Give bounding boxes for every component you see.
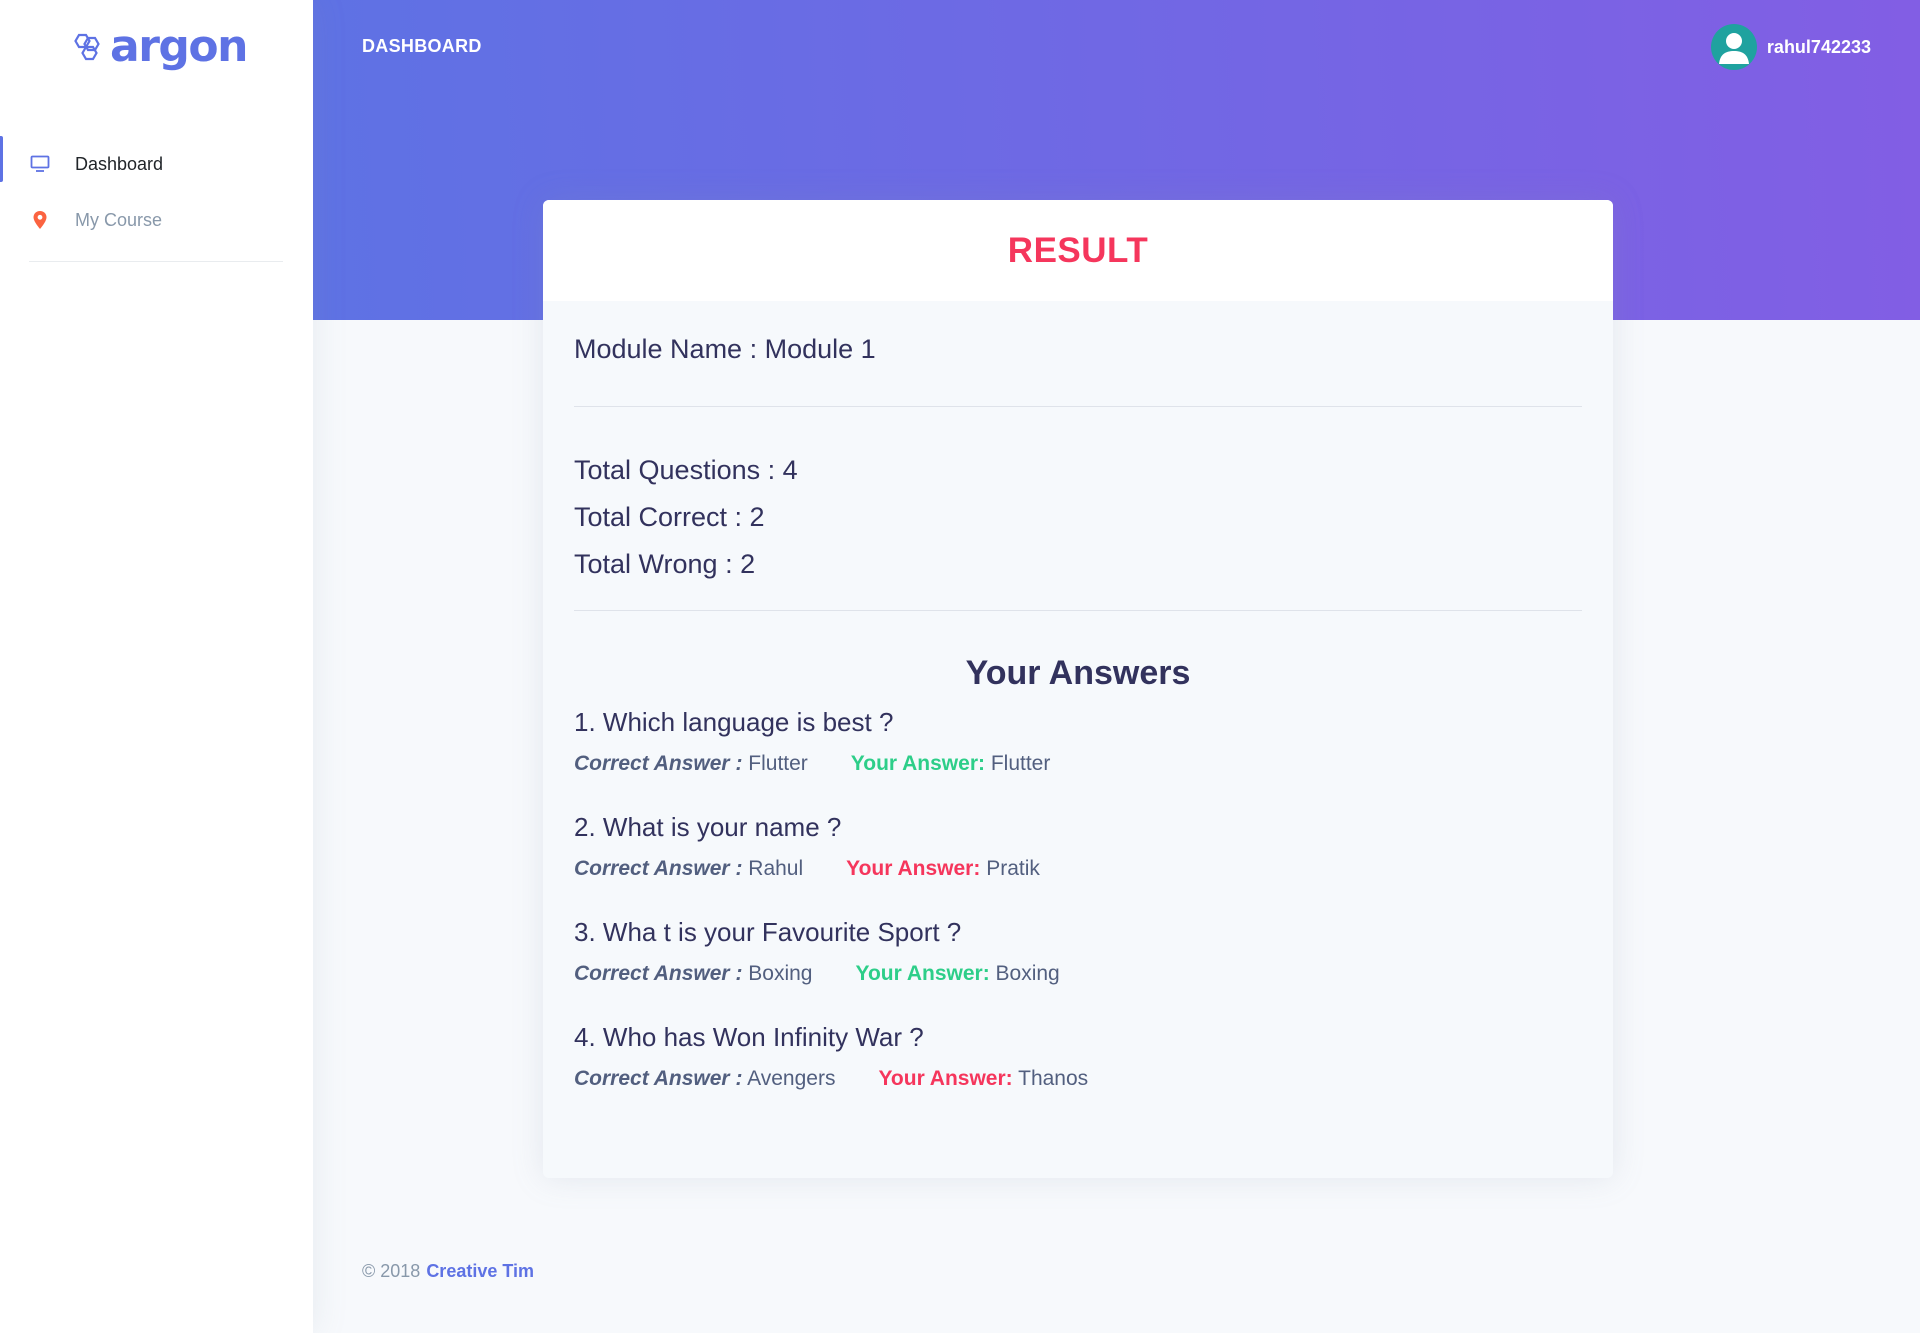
module-name: Module Name : Module 1: [574, 334, 876, 364]
correct-answer-label: Correct Answer :: [574, 752, 743, 775]
your-answer: Your Answer: Thanos: [878, 1067, 1088, 1091]
correct-answer-label: Correct Answer :: [574, 857, 743, 880]
total-questions: Total Questions : 4: [574, 455, 798, 485]
card-header: RESULT: [543, 200, 1613, 301]
correct-answer: Correct Answer : Boxing: [574, 962, 813, 986]
your-answer-label: Your Answer:: [878, 1067, 1013, 1090]
sidebar: argon Dashboard My Course: [0, 0, 313, 1333]
answer-row: Correct Answer : Avengers Your Answer: T…: [574, 1067, 1582, 1091]
your-answer-label: Your Answer:: [850, 752, 985, 775]
your-answer-value: Thanos: [1018, 1067, 1089, 1090]
answers-title: Your Answers: [965, 654, 1191, 692]
your-answer-value: Boxing: [995, 962, 1060, 985]
question-text: 4. Who has Won Infinity War ?: [574, 1022, 924, 1052]
copyright: © 2018: [362, 1261, 421, 1281]
your-answer-label: Your Answer:: [846, 857, 981, 880]
divider: [574, 406, 1582, 407]
question-item: 4. Who has Won Infinity War ? Correct An…: [574, 1022, 1582, 1091]
brand-name: argon: [110, 21, 248, 72]
correct-answer-value: Avengers: [747, 1067, 836, 1090]
correct-answer-value: Flutter: [748, 752, 808, 775]
sidebar-nav: Dashboard My Course: [0, 136, 313, 248]
page-title[interactable]: DASHBOARD: [362, 36, 482, 57]
user-menu[interactable]: rahul742233: [1710, 24, 1871, 70]
correct-answer-label: Correct Answer :: [574, 962, 743, 985]
brand-logo[interactable]: argon: [70, 21, 248, 72]
correct-answer: Correct Answer : Flutter: [574, 752, 808, 776]
correct-answer: Correct Answer : Rahul: [574, 857, 803, 881]
user-icon: [1718, 33, 1749, 64]
total-wrong: Total Wrong : 2: [574, 549, 756, 579]
question-text: 3. Wha t is your Favourite Sport ?: [574, 917, 962, 947]
your-answer-value: Pratik: [986, 857, 1040, 880]
question-item: 1. Which language is best ? Correct Answ…: [574, 707, 1582, 776]
result-title: RESULT: [1007, 230, 1149, 270]
footer-link-creative-tim[interactable]: Creative Tim: [426, 1261, 534, 1281]
sidebar-item-label: Dashboard: [75, 153, 164, 174]
argon-logo-icon: [74, 33, 100, 61]
sidebar-divider: [29, 261, 283, 262]
question-item: 2. What is your name ? Correct Answer : …: [574, 812, 1582, 881]
location-pin-icon: [29, 209, 51, 231]
your-answer-label: Your Answer:: [855, 962, 990, 985]
correct-answer-value: Boxing: [748, 962, 813, 985]
divider: [574, 610, 1582, 611]
monitor-icon: [29, 153, 51, 175]
username[interactable]: rahul742233: [1767, 37, 1871, 58]
correct-answer-value: Rahul: [748, 857, 804, 880]
total-correct: Total Correct : 2: [574, 502, 765, 532]
sidebar-item-dashboard[interactable]: Dashboard: [0, 136, 313, 192]
question-text: 2. What is your name ?: [574, 812, 842, 842]
result-card: RESULT Module Name : Module 1 Total Ques…: [543, 200, 1613, 1178]
result-stats: Total Questions : 4 Total Correct : 2 To…: [574, 447, 1582, 588]
sidebar-item-label: My Course: [75, 209, 163, 230]
correct-answer-label: Correct Answer :: [574, 1067, 743, 1090]
answer-row: Correct Answer : Rahul Your Answer: Prat…: [574, 857, 1582, 881]
avatar[interactable]: [1710, 24, 1757, 70]
your-answer: Your Answer: Boxing: [856, 962, 1060, 986]
question-item: 3. Wha t is your Favourite Sport ? Corre…: [574, 917, 1582, 986]
correct-answer: Correct Answer : Avengers: [574, 1067, 835, 1091]
footer: © 2018 Creative Tim: [362, 1261, 534, 1282]
sidebar-item-my-course[interactable]: My Course: [0, 192, 313, 248]
card-body: Module Name : Module 1 Total Questions :…: [543, 334, 1613, 1091]
your-answer-value: Flutter: [990, 752, 1051, 775]
question-text: 1. Which language is best ?: [574, 707, 894, 737]
your-answer: Your Answer: Pratik: [846, 857, 1040, 881]
answer-row: Correct Answer : Flutter Your Answer: Fl…: [574, 752, 1582, 776]
your-answer: Your Answer: Flutter: [851, 752, 1051, 776]
answer-row: Correct Answer : Boxing Your Answer: Box…: [574, 962, 1582, 986]
